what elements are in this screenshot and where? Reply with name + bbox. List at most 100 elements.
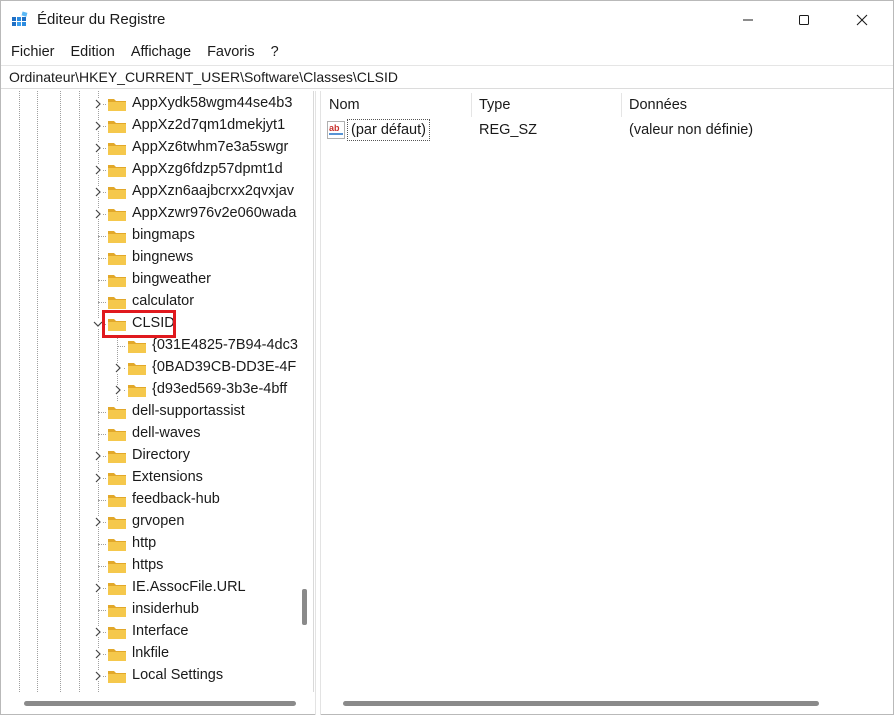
chevron-right-icon[interactable] bbox=[113, 385, 123, 395]
maximize-button[interactable] bbox=[781, 1, 827, 39]
tree-item[interactable]: bingmaps bbox=[4, 225, 304, 247]
tree-item-label[interactable]: bingweather bbox=[132, 271, 299, 287]
tree-item-label[interactable]: Interface bbox=[132, 623, 299, 639]
tree-item-label[interactable]: IE.AssocFile.URL bbox=[132, 579, 299, 595]
chevron-right-icon[interactable] bbox=[113, 363, 123, 373]
tree-item[interactable]: bingweather bbox=[4, 269, 304, 291]
tree-item[interactable]: CLSID bbox=[4, 310, 304, 338]
chevron-right-icon[interactable] bbox=[93, 473, 103, 483]
title-bar[interactable]: Éditeur du Registre bbox=[1, 1, 893, 39]
tree-item-label[interactable]: AppXzwr976v2e060wada bbox=[132, 205, 299, 221]
tree-item[interactable]: dell-waves bbox=[4, 423, 304, 445]
selected-key-highlight bbox=[102, 310, 176, 338]
chevron-right-icon[interactable] bbox=[93, 649, 103, 659]
tree-item[interactable]: {d93ed569-3b3e-4bff bbox=[4, 379, 304, 401]
chevron-right-icon[interactable] bbox=[93, 583, 103, 593]
folder-icon bbox=[107, 206, 127, 222]
chevron-right-icon[interactable] bbox=[93, 187, 103, 197]
tree-connector-line bbox=[98, 544, 106, 545]
values-list[interactable]: Nom Type Données ab (par défaut) REG_SZ … bbox=[321, 91, 893, 692]
folder-icon bbox=[107, 118, 127, 134]
tree-item[interactable]: {031E4825-7B94-4dc3 bbox=[4, 335, 304, 357]
column-header-data[interactable]: Données bbox=[621, 91, 891, 119]
tree-item[interactable]: https bbox=[4, 555, 304, 577]
tree-item[interactable]: http bbox=[4, 533, 304, 555]
tree-item-label[interactable]: bingmaps bbox=[132, 227, 299, 243]
tree-item[interactable]: AppXydk58wgm44se4b3 bbox=[4, 93, 304, 115]
folder-icon bbox=[107, 294, 127, 310]
tree-item[interactable]: Local Settings bbox=[4, 665, 304, 687]
value-name[interactable]: (par défaut) bbox=[347, 119, 430, 141]
tree-item[interactable]: {0BAD39CB-DD3E-4F bbox=[4, 357, 304, 379]
tree-item[interactable]: AppXz6twhm7e3a5swgr bbox=[4, 137, 304, 159]
tree-item[interactable]: AppXz2d7qm1dmekjyt1 bbox=[4, 115, 304, 137]
tree-item-label[interactable]: {031E4825-7B94-4dc3 bbox=[152, 337, 299, 353]
chevron-right-icon[interactable] bbox=[93, 165, 103, 175]
close-button[interactable] bbox=[839, 1, 885, 39]
menu-fichier[interactable]: Fichier bbox=[11, 44, 55, 60]
chevron-right-icon[interactable] bbox=[93, 517, 103, 527]
menu-help[interactable]: ? bbox=[271, 44, 279, 60]
chevron-right-icon[interactable] bbox=[93, 99, 103, 109]
menu-affichage[interactable]: Affichage bbox=[131, 44, 191, 60]
list-horizontal-scrollbar[interactable] bbox=[321, 695, 893, 713]
chevron-right-icon[interactable] bbox=[93, 671, 103, 681]
folder-icon bbox=[107, 602, 127, 618]
tree-item-label[interactable]: AppXydk58wgm44se4b3 bbox=[132, 95, 299, 111]
tree-item[interactable]: grvopen bbox=[4, 511, 304, 533]
tree-horizontal-scrollbar[interactable] bbox=[4, 695, 314, 713]
tree-item[interactable]: insiderhub bbox=[4, 599, 304, 621]
minimize-button[interactable] bbox=[725, 1, 771, 39]
tree-item-label[interactable]: grvopen bbox=[132, 513, 299, 529]
tree-item-label[interactable]: https bbox=[132, 557, 299, 573]
menu-edition[interactable]: Edition bbox=[71, 44, 115, 60]
tree-item[interactable]: Interface bbox=[4, 621, 304, 643]
tree-item[interactable]: IE.AssocFile.URL bbox=[4, 577, 304, 599]
tree-item-label[interactable]: Local Settings bbox=[132, 667, 299, 683]
folder-icon bbox=[107, 558, 127, 574]
tree-connector-line bbox=[98, 258, 106, 259]
tree-item[interactable]: bingnews bbox=[4, 247, 304, 269]
folder-icon bbox=[107, 426, 127, 442]
tree-item-label[interactable]: calculator bbox=[132, 293, 299, 309]
tree-item-label[interactable]: lnkfile bbox=[132, 645, 299, 661]
tree-item-label[interactable]: AppXz6twhm7e3a5swgr bbox=[132, 139, 299, 155]
tree-item-label[interactable]: AppXz2d7qm1dmekjyt1 bbox=[132, 117, 299, 133]
column-header-name[interactable]: Nom bbox=[321, 91, 471, 119]
menu-favoris[interactable]: Favoris bbox=[207, 44, 255, 60]
tree-item[interactable]: AppXzg6fdzp57dpmt1d bbox=[4, 159, 304, 181]
tree-item-label[interactable]: Extensions bbox=[132, 469, 299, 485]
tree-item-label[interactable]: AppXzn6aajbcrxx2qvxjav bbox=[132, 183, 299, 199]
tree-item-label[interactable]: {0BAD39CB-DD3E-4F bbox=[152, 359, 299, 375]
tree-item-label[interactable]: dell-supportassist bbox=[132, 403, 299, 419]
folder-icon bbox=[127, 382, 147, 398]
value-data: (valeur non définie) bbox=[629, 122, 754, 138]
tree-item-label[interactable]: feedback-hub bbox=[132, 491, 299, 507]
key-tree[interactable]: AppXydk58wgm44se4b3 AppXz2d7qm1dmekjyt1 Ap… bbox=[4, 91, 314, 692]
tree-item[interactable]: AppXzwr976v2e060wada bbox=[4, 203, 304, 225]
chevron-right-icon[interactable] bbox=[93, 451, 103, 461]
chevron-right-icon[interactable] bbox=[93, 209, 103, 219]
folder-icon bbox=[107, 96, 127, 112]
address-bar[interactable]: Ordinateur\HKEY_CURRENT_USER\Software\Cl… bbox=[1, 65, 893, 89]
chevron-right-icon[interactable] bbox=[93, 627, 103, 637]
list-item[interactable]: ab (par défaut) REG_SZ (valeur non défin… bbox=[321, 119, 893, 141]
tree-item[interactable]: AppXzn6aajbcrxx2qvxjav bbox=[4, 181, 304, 203]
tree-item-label[interactable]: insiderhub bbox=[132, 601, 299, 617]
column-header-type[interactable]: Type bbox=[471, 91, 621, 119]
tree-item[interactable]: dell-supportassist bbox=[4, 401, 304, 423]
tree-item[interactable]: Directory bbox=[4, 445, 304, 467]
tree-item-label[interactable]: dell-waves bbox=[132, 425, 299, 441]
chevron-right-icon[interactable] bbox=[93, 121, 103, 131]
tree-item-label[interactable]: Directory bbox=[132, 447, 299, 463]
tree-item-label[interactable]: {d93ed569-3b3e-4bff bbox=[152, 381, 299, 397]
tree-item-label[interactable]: http bbox=[132, 535, 299, 551]
tree-item[interactable]: feedback-hub bbox=[4, 489, 304, 511]
tree-item-label[interactable]: AppXzg6fdzp57dpmt1d bbox=[132, 161, 299, 177]
list-hscroll-thumb[interactable] bbox=[343, 701, 819, 706]
tree-item-label[interactable]: bingnews bbox=[132, 249, 299, 265]
tree-item[interactable]: Extensions bbox=[4, 467, 304, 489]
tree-item[interactable]: lnkfile bbox=[4, 643, 304, 665]
tree-hscroll-thumb[interactable] bbox=[24, 701, 296, 706]
chevron-right-icon[interactable] bbox=[93, 143, 103, 153]
